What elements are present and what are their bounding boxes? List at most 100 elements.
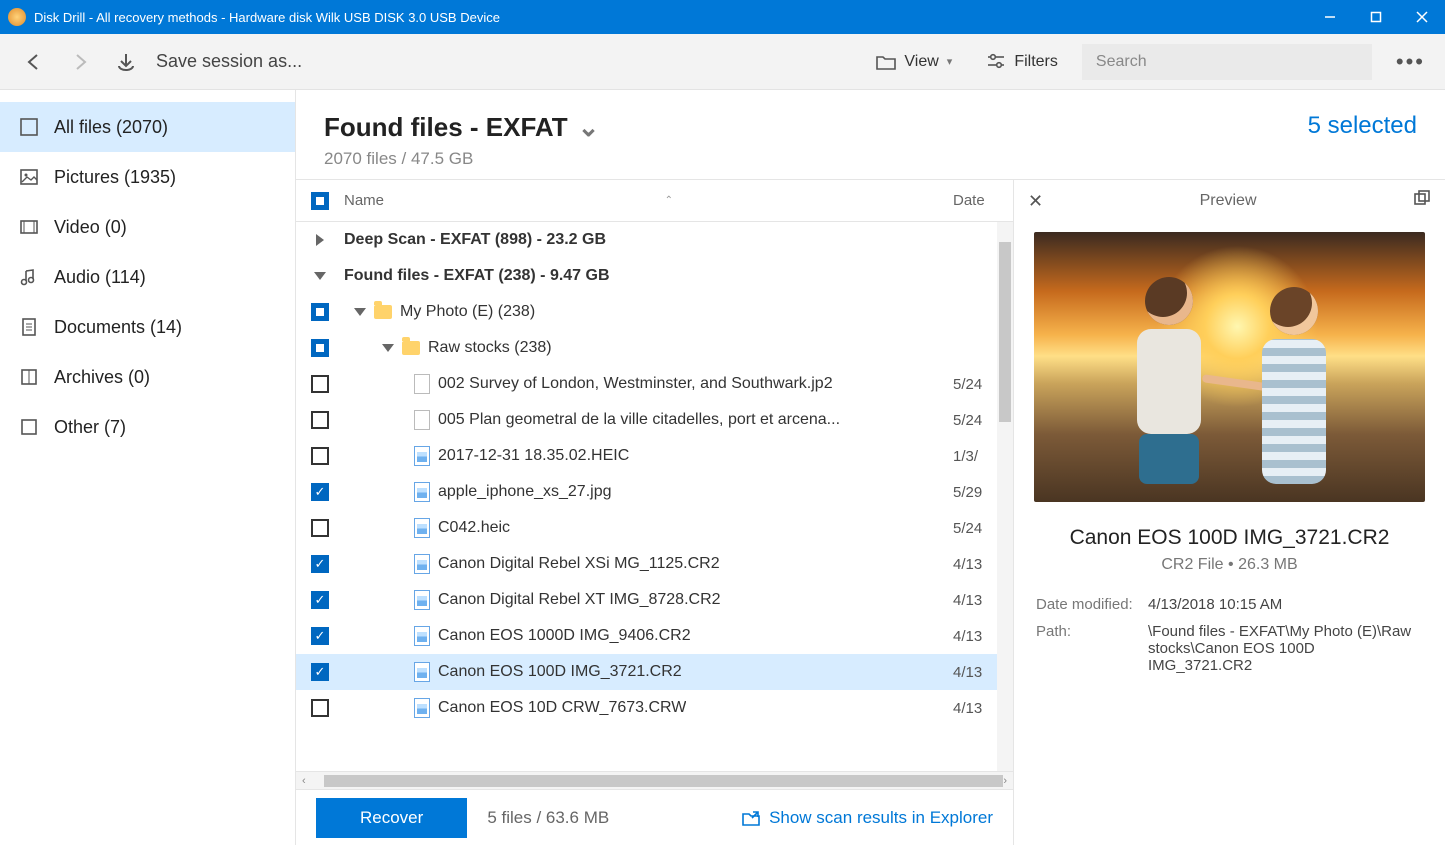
checkbox[interactable] [311,555,329,573]
footer: Recover 5 files / 63.6 MB Show scan resu… [296,789,1013,845]
file-row[interactable]: 005 Plan geometral de la ville citadelle… [296,402,1013,438]
sidebar-item-archives[interactable]: Archives (0) [0,352,295,402]
file-row[interactable]: apple_iphone_xs_27.jpg5/29 [296,474,1013,510]
file-row[interactable]: Canon Digital Rebel XSi MG_1125.CR24/13 [296,546,1013,582]
view-dropdown[interactable]: View ▾ [866,47,962,77]
sidebar-item-other[interactable]: Other (7) [0,402,295,452]
sidebar-item-label: Pictures (1935) [54,167,176,188]
sidebar-item-pictures[interactable]: Pictures (1935) [0,152,295,202]
folder-icon [374,305,392,319]
documents-icon [18,316,40,338]
column-name[interactable]: Name⌃ [344,192,953,209]
file-row[interactable]: Canon Digital Rebel XT IMG_8728.CR24/13 [296,582,1013,618]
meta-date-label: Date modified: [1036,596,1148,613]
close-button[interactable] [1399,0,1445,34]
checkbox[interactable] [311,483,329,501]
file-row[interactable]: Canon EOS 10D CRW_7673.CRW4/13 [296,690,1013,726]
close-preview-button[interactable]: ✕ [1028,191,1043,212]
file-row[interactable]: 2017-12-31 18.35.02.HEIC1/3/ [296,438,1013,474]
checkbox[interactable] [311,375,329,393]
preview-heading: Preview [1043,192,1413,210]
chevron-down-icon: ▾ [947,55,953,68]
file-name: C042.heic [438,519,510,537]
group-deep-scan[interactable]: Deep Scan - EXFAT (898) - 23.2 GB [296,222,1013,258]
checkbox[interactable] [311,663,329,681]
checkbox[interactable] [311,591,329,609]
file-row[interactable]: C042.heic5/24 [296,510,1013,546]
show-in-explorer-link[interactable]: Show scan results in Explorer [741,808,993,828]
vertical-scrollbar[interactable] [997,222,1013,771]
checkbox[interactable] [311,519,329,537]
file-icon [414,554,430,574]
recover-button[interactable]: Recover [316,798,467,838]
search-input[interactable] [1082,44,1372,80]
file-icon [414,374,430,394]
checkbox[interactable] [311,339,329,357]
main-header: Found files - EXFAT ⌄ 2070 files / 47.5 … [296,90,1445,179]
selected-count[interactable]: 5 selected [1308,112,1417,140]
collapse-icon[interactable] [314,272,326,280]
sidebar-item-label: Other (7) [54,417,126,438]
file-name: Canon Digital Rebel XSi MG_1125.CR2 [438,555,720,573]
more-button[interactable]: ••• [1386,49,1435,75]
sliders-icon [986,53,1006,71]
meta-date-value: 4/13/2018 10:15 AM [1148,596,1423,613]
back-button[interactable] [18,46,50,78]
checkbox[interactable] [311,447,329,465]
sidebar-item-documents[interactable]: Documents (14) [0,302,295,352]
minimize-button[interactable] [1307,0,1353,34]
filters-label: Filters [1014,53,1058,71]
meta-path-value: \Found files - EXFAT\My Photo (E)\Raw st… [1148,623,1423,674]
horizontal-scrollbar[interactable]: ‹› [296,771,1013,789]
sidebar-item-all-files[interactable]: All files (2070) [0,102,295,152]
select-all-checkbox[interactable] [311,192,329,210]
expand-icon[interactable] [316,234,324,246]
heading-text: Found files - EXFAT [324,112,568,143]
preview-filename: Canon EOS 100D IMG_3721.CR2 [1014,526,1445,550]
file-pane: Name⌃ Date Deep Scan - EXFAT (898) - 23.… [296,180,1013,845]
save-session-icon[interactable] [110,46,142,78]
file-row[interactable]: Canon EOS 1000D IMG_9406.CR24/13 [296,618,1013,654]
checkbox[interactable] [311,303,329,321]
other-icon [18,416,40,438]
filters-button[interactable]: Filters [976,47,1068,77]
sidebar-item-video[interactable]: Video (0) [0,202,295,252]
folder-raw-stocks[interactable]: Raw stocks (238) [296,330,1013,366]
sidebar-item-label: All files (2070) [54,117,168,138]
checkbox[interactable] [311,411,329,429]
file-count-summary: 2070 files / 47.5 GB [324,149,599,169]
file-name: 002 Survey of London, Westminster, and S… [438,375,833,393]
checkbox[interactable] [311,627,329,645]
maximize-button[interactable] [1353,0,1399,34]
file-icon [414,446,430,466]
file-row[interactable]: 002 Survey of London, Westminster, and S… [296,366,1013,402]
explorer-icon [741,809,761,827]
checkbox[interactable] [311,699,329,717]
file-name: Canon EOS 10D CRW_7673.CRW [438,699,686,717]
toolbar: Save session as... View ▾ Filters ••• [0,34,1445,90]
sidebar-item-label: Video (0) [54,217,127,238]
group-found-files[interactable]: Found files - EXFAT (238) - 9.47 GB [296,258,1013,294]
file-name: apple_iphone_xs_27.jpg [438,483,611,501]
column-date[interactable]: Date [953,192,1013,209]
folder-icon [876,53,896,71]
file-icon [414,410,430,430]
file-icon [414,626,430,646]
preview-panel: ✕ Preview Canon EOS 100D IMG_3721.CR2 CR… [1013,180,1445,845]
file-icon [414,518,430,538]
pictures-icon [18,166,40,188]
file-row[interactable]: Canon EOS 100D IMG_3721.CR24/13 [296,654,1013,690]
popout-icon[interactable] [1413,190,1431,213]
collapse-icon[interactable] [354,308,366,316]
sidebar-item-audio[interactable]: Audio (114) [0,252,295,302]
chevron-down-icon: ⌄ [578,112,600,143]
file-name: Canon EOS 1000D IMG_9406.CR2 [438,627,691,645]
file-list: Deep Scan - EXFAT (898) - 23.2 GB Found … [296,222,1013,771]
found-files-heading[interactable]: Found files - EXFAT ⌄ [324,112,599,143]
file-icon [414,662,430,682]
collapse-icon[interactable] [382,344,394,352]
save-session-label[interactable]: Save session as... [156,51,302,72]
forward-button[interactable] [64,46,96,78]
folder-my-photo[interactable]: My Photo (E) (238) [296,294,1013,330]
sidebar-item-label: Archives (0) [54,367,150,388]
